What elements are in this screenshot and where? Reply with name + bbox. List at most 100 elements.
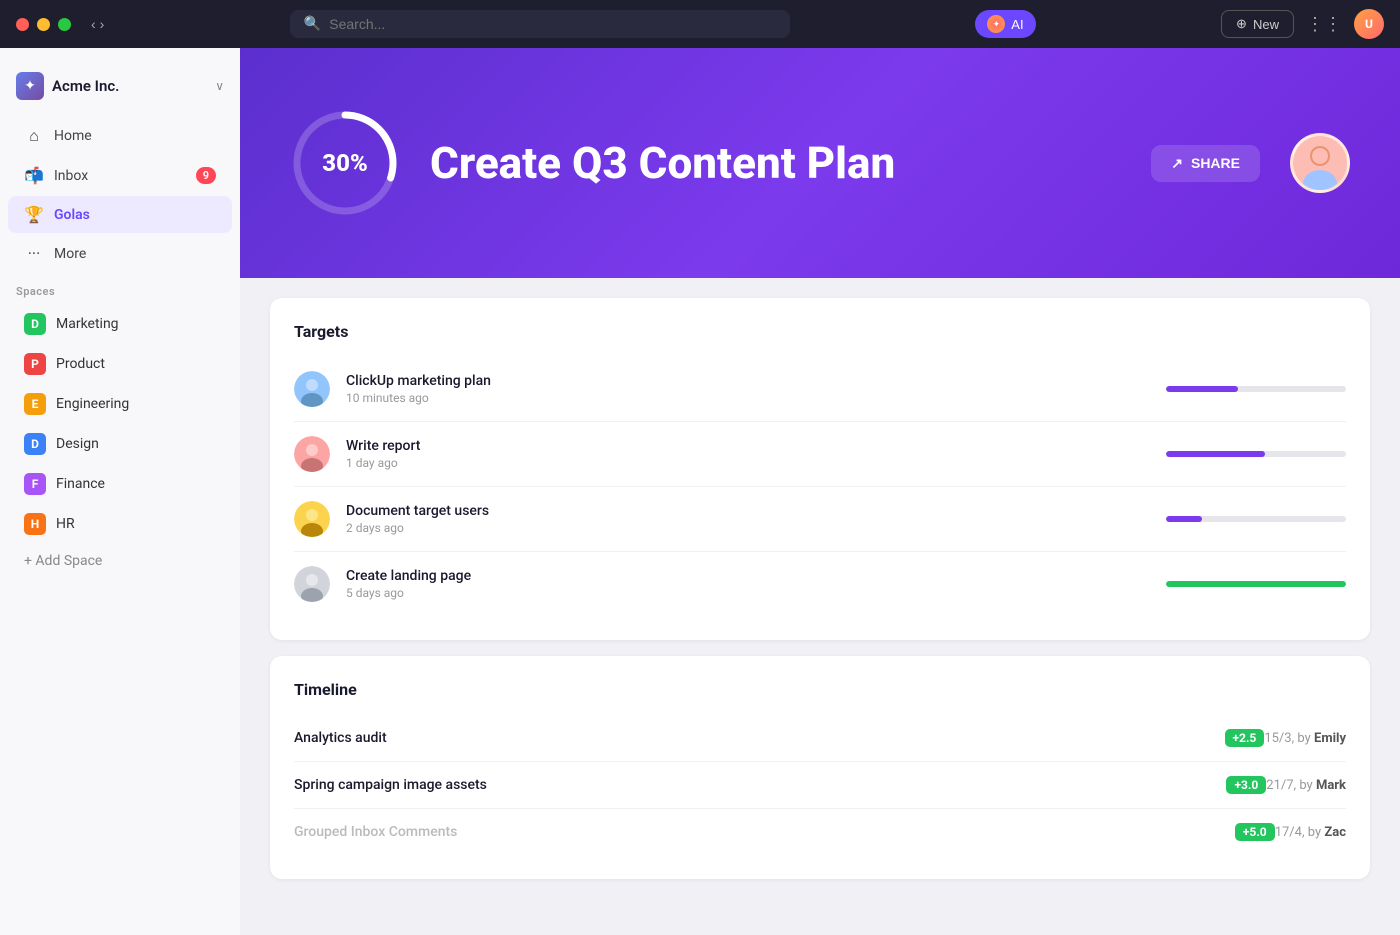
add-space-label: + Add Space: [24, 553, 102, 569]
target-name-2: Write report: [346, 438, 1150, 454]
user-avatar[interactable]: U: [1354, 9, 1384, 39]
timeline-item: Spring campaign image assets +3.0 21/7, …: [294, 762, 1346, 809]
sidebar-item-product-label: Product: [56, 356, 105, 372]
target-avatar-1: [294, 371, 330, 407]
sidebar-item-design[interactable]: D Design: [8, 425, 232, 463]
new-label: New: [1253, 17, 1279, 32]
target-time-4: 5 days ago: [346, 586, 1150, 600]
timeline-badge-1: +2.5: [1225, 729, 1265, 747]
nav-arrows: ‹ ›: [91, 16, 104, 32]
sidebar-item-marketing[interactable]: D Marketing: [8, 305, 232, 343]
timeline-name-1: Analytics audit: [294, 730, 1215, 746]
workspace-logo: ✦: [16, 72, 44, 100]
hero-banner: 30% Create Q3 Content Plan ↗ SHARE: [240, 48, 1400, 278]
back-button[interactable]: ‹: [91, 16, 96, 32]
target-item: Document target users 2 days ago: [294, 487, 1346, 552]
target-info-4: Create landing page 5 days ago: [346, 568, 1150, 600]
target-avatar-3: [294, 501, 330, 537]
new-button[interactable]: ⊕ New: [1221, 10, 1294, 38]
timeline-name-3: Grouped Inbox Comments: [294, 824, 1225, 840]
hr-dot: H: [24, 513, 46, 535]
workspace-header[interactable]: ✦ Acme Inc. ∨: [0, 64, 240, 116]
sidebar-item-hr-label: HR: [56, 516, 75, 532]
target-progress-4: [1166, 581, 1346, 587]
sidebar-item-finance-label: Finance: [56, 476, 105, 492]
sidebar-item-inbox-label: Inbox: [54, 168, 88, 184]
search-bar[interactable]: 🔍: [290, 10, 790, 38]
timeline-badge-2: +3.0: [1226, 776, 1266, 794]
hero-avatar[interactable]: [1290, 133, 1350, 193]
targets-section-title: Targets: [294, 322, 1346, 341]
maximize-window-button[interactable]: [58, 18, 71, 31]
sidebar-item-home-label: Home: [54, 128, 92, 144]
marketing-dot: D: [24, 313, 46, 335]
sidebar-item-engineering-label: Engineering: [56, 396, 129, 412]
target-name-1: ClickUp marketing plan: [346, 373, 1150, 389]
workspace-logo-icon: ✦: [24, 78, 36, 94]
search-input[interactable]: [329, 16, 776, 32]
progress-text: 30%: [322, 149, 367, 177]
target-time-3: 2 days ago: [346, 521, 1150, 535]
sidebar: ✦ Acme Inc. ∨ ⌂ Home 📬 Inbox 9 🏆 Golas ·…: [0, 48, 240, 935]
target-item: Write report 1 day ago: [294, 422, 1346, 487]
workspace-name: Acme Inc.: [52, 77, 207, 95]
inbox-badge: 9: [196, 167, 216, 184]
progress-fill-1: [1166, 386, 1238, 392]
grid-icon[interactable]: ⋮⋮: [1306, 14, 1342, 35]
close-window-button[interactable]: [16, 18, 29, 31]
target-progress-1: [1166, 386, 1346, 392]
target-time-1: 10 minutes ago: [346, 391, 1150, 405]
avatar-illustration: [1293, 136, 1347, 190]
target-info-1: ClickUp marketing plan 10 minutes ago: [346, 373, 1150, 405]
share-label: SHARE: [1191, 155, 1240, 171]
timeline-meta-3: 17/4, by Zac: [1275, 825, 1346, 840]
ai-button[interactable]: ✦ AI: [975, 10, 1035, 38]
add-space-button[interactable]: + Add Space: [8, 545, 232, 577]
sidebar-item-finance[interactable]: F Finance: [8, 465, 232, 503]
design-dot: D: [24, 433, 46, 455]
sidebar-item-product[interactable]: P Product: [8, 345, 232, 383]
target-info-3: Document target users 2 days ago: [346, 503, 1150, 535]
hero-title: Create Q3 Content Plan: [430, 137, 1121, 189]
sidebar-item-hr[interactable]: H HR: [8, 505, 232, 543]
sidebar-item-home[interactable]: ⌂ Home: [8, 117, 232, 155]
search-icon: 🔍: [304, 16, 321, 32]
sidebar-item-engineering[interactable]: E Engineering: [8, 385, 232, 423]
target-avatar-2: [294, 436, 330, 472]
product-dot: P: [24, 353, 46, 375]
ai-label: AI: [1011, 17, 1023, 32]
home-icon: ⌂: [24, 126, 44, 146]
sidebar-item-goals[interactable]: 🏆 Golas: [8, 196, 232, 233]
minimize-window-button[interactable]: [37, 18, 50, 31]
forward-button[interactable]: ›: [100, 16, 105, 32]
sidebar-item-marketing-label: Marketing: [56, 316, 119, 332]
target-name-4: Create landing page: [346, 568, 1150, 584]
target-item: Create landing page 5 days ago: [294, 552, 1346, 616]
timeline-card: Timeline Analytics audit +2.5 15/3, by E…: [270, 656, 1370, 879]
timeline-section-title: Timeline: [294, 680, 1346, 699]
sidebar-item-inbox[interactable]: 📬 Inbox 9: [8, 157, 232, 194]
ai-icon: ✦: [987, 15, 1005, 33]
timeline-badge-3: +5.0: [1235, 823, 1275, 841]
sidebar-item-design-label: Design: [56, 436, 99, 452]
target-progress-2: [1166, 451, 1346, 457]
content-area: 30% Create Q3 Content Plan ↗ SHARE Targe…: [240, 48, 1400, 935]
timeline-item: Grouped Inbox Comments +5.0 17/4, by Zac: [294, 809, 1346, 855]
main-layout: ✦ Acme Inc. ∨ ⌂ Home 📬 Inbox 9 🏆 Golas ·…: [0, 48, 1400, 935]
new-plus-icon: ⊕: [1236, 16, 1247, 32]
cards-container: Targets ClickUp marketing plan 10 minute…: [240, 278, 1400, 899]
inbox-icon: 📬: [24, 166, 44, 185]
target-info-2: Write report 1 day ago: [346, 438, 1150, 470]
share-icon: ↗: [1171, 155, 1183, 172]
progress-fill-2: [1166, 451, 1265, 457]
finance-dot: F: [24, 473, 46, 495]
sidebar-item-goals-label: Golas: [54, 207, 90, 223]
share-button[interactable]: ↗ SHARE: [1151, 145, 1260, 182]
progress-fill-4: [1166, 581, 1346, 587]
timeline-item: Analytics audit +2.5 15/3, by Emily: [294, 715, 1346, 762]
engineering-dot: E: [24, 393, 46, 415]
sidebar-item-more[interactable]: ··· More: [8, 235, 232, 272]
timeline-meta-2: 21/7, by Mark: [1266, 778, 1346, 793]
targets-card: Targets ClickUp marketing plan 10 minute…: [270, 298, 1370, 640]
goals-icon: 🏆: [24, 205, 44, 224]
